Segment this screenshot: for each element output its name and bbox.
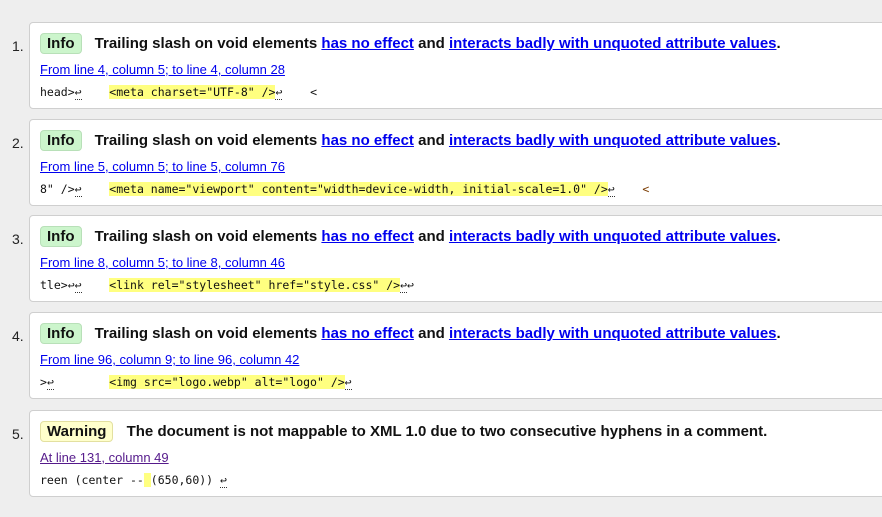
code-before: reen (center -- — [40, 473, 144, 487]
code-before: tle>↩ — [40, 278, 75, 292]
message-text: The document is not mappable to XML 1.0 … — [126, 423, 768, 440]
and-text: and — [418, 132, 445, 149]
message-number: 2. — [12, 135, 24, 151]
code-extract: tle>↩↩ <link rel="stylesheet" href="styl… — [40, 278, 414, 293]
and-text: and — [418, 35, 445, 52]
info-badge: Info — [40, 33, 82, 54]
unquoted-attribute-link[interactable]: interacts badly with unquoted attribute … — [449, 35, 777, 52]
warning-badge: Warning — [40, 421, 114, 442]
return-icon: ↩ — [607, 182, 615, 197]
code-extract: >↩ <img src="logo.webp" alt="logo" />↩ — [40, 375, 352, 390]
return-icon: ↩ — [74, 85, 82, 100]
code-extract: head>↩ <meta charset="UTF-8" />↩ < — [40, 85, 317, 100]
info-badge: Info — [40, 130, 82, 151]
return-icon: ↩ — [46, 375, 54, 390]
code-after: ↩ — [407, 278, 414, 292]
period: . — [776, 35, 781, 52]
has-no-effect-link[interactable]: has no effect — [321, 325, 414, 342]
location-link[interactable]: From line 4, column 5; to line 4, column… — [40, 62, 285, 77]
message-number: 4. — [12, 328, 24, 344]
message-text: Trailing slash on void elements — [94, 35, 318, 52]
return-icon: ↩ — [220, 473, 227, 488]
unquoted-attribute-link[interactable]: interacts badly with unquoted attribute … — [449, 325, 777, 342]
code-highlight: <img src="logo.webp" alt="logo" /> — [109, 375, 345, 389]
code-highlight: <meta charset="UTF-8" /> — [109, 85, 276, 99]
location-link[interactable]: At line 131, column 49 — [40, 450, 169, 465]
message-item: 4. Info Trailing slash on void elements … — [12, 312, 882, 399]
code-highlight: <link rel="stylesheet" href="style.css" … — [109, 278, 401, 292]
and-text: and — [418, 228, 445, 245]
message-item: 5. Warning The document is not mappable … — [12, 410, 882, 497]
has-no-effect-link[interactable]: has no effect — [321, 132, 414, 149]
code-highlight — [143, 473, 151, 487]
code-before: 8" /> — [40, 182, 75, 196]
period: . — [776, 325, 781, 342]
code-extract: 8" />↩ <meta name="viewport" content="wi… — [40, 182, 650, 197]
message-text: Trailing slash on void elements — [94, 132, 318, 149]
unquoted-attribute-link[interactable]: interacts badly with unquoted attribute … — [449, 228, 777, 245]
location-link[interactable]: From line 96, column 9; to line 96, colu… — [40, 352, 299, 367]
code-highlight: <meta name="viewport" content="width=dev… — [109, 182, 608, 196]
message-number: 1. — [12, 38, 24, 54]
code-extract: reen (center -- (650,60)) ↩ — [40, 473, 227, 488]
and-text: and — [418, 325, 445, 342]
period: . — [776, 228, 781, 245]
message-text: Trailing slash on void elements — [94, 325, 318, 342]
return-icon: ↩ — [74, 278, 82, 293]
return-icon: ↩ — [400, 278, 407, 293]
return-icon: ↩ — [344, 375, 352, 390]
code-after: < — [282, 85, 317, 99]
has-no-effect-link[interactable]: has no effect — [321, 228, 414, 245]
message-item: 3. Info Trailing slash on void elements … — [12, 215, 882, 302]
has-no-effect-link[interactable]: has no effect — [321, 35, 414, 52]
info-badge: Info — [40, 323, 82, 344]
message-text: Trailing slash on void elements — [94, 228, 318, 245]
location-link[interactable]: From line 8, column 5; to line 8, column… — [40, 255, 285, 270]
code-after: (650,60)) — [150, 473, 221, 487]
code-before: head> — [40, 85, 75, 99]
info-badge: Info — [40, 226, 82, 247]
code-before: > — [40, 375, 47, 389]
period: . — [776, 132, 781, 149]
code-after: < — [614, 182, 650, 196]
message-item: 2. Info Trailing slash on void elements … — [12, 119, 882, 206]
message-item: 1. Info Trailing slash on void elements … — [12, 22, 882, 109]
location-link[interactable]: From line 5, column 5; to line 5, column… — [40, 159, 285, 174]
message-number: 5. — [12, 426, 24, 442]
return-icon: ↩ — [74, 182, 82, 197]
message-number: 3. — [12, 231, 24, 247]
unquoted-attribute-link[interactable]: interacts badly with unquoted attribute … — [449, 132, 777, 149]
